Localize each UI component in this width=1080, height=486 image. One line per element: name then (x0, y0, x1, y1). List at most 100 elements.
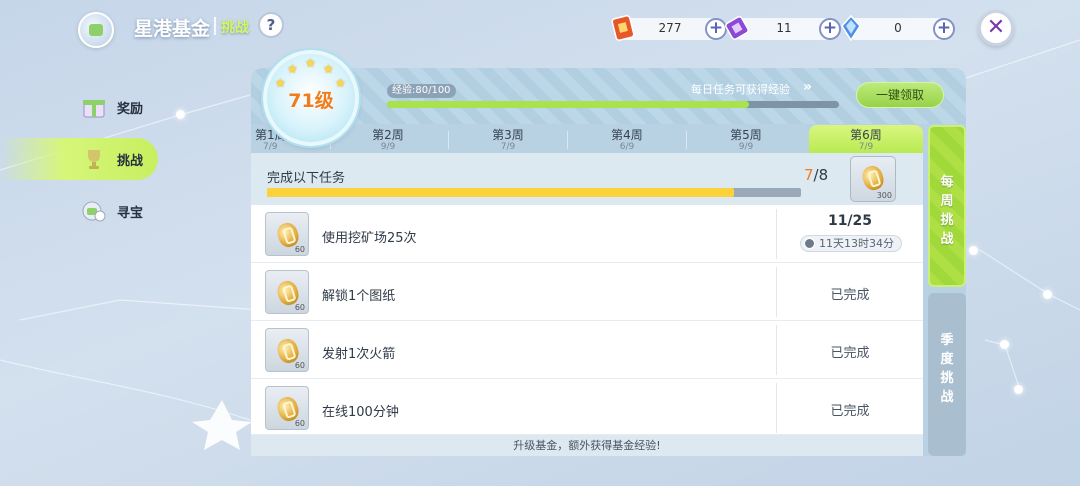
task-summary-progress-track (267, 188, 801, 197)
currency-value: 0 (894, 21, 902, 35)
gift-icon (83, 100, 105, 118)
sidebar-item-challenge[interactable]: 挑战 (0, 138, 158, 180)
star-icon: ★ (305, 56, 316, 70)
fund-coin-icon (859, 163, 887, 193)
reward-amount: 300 (876, 191, 892, 200)
tab-season-challenge[interactable]: 季度挑战 (928, 293, 966, 456)
task-reward-item[interactable]: 60 (265, 328, 309, 372)
tab-week-6[interactable]: 第6周 7/9 (809, 125, 923, 153)
upgrade-hint-footer: 升级基金，额外获得基金经验! (251, 435, 923, 456)
task-reward-item[interactable]: 60 (265, 212, 309, 256)
tab-week-4[interactable]: 第4周 6/9 (570, 125, 684, 153)
tab-label: 第6周 (850, 128, 882, 142)
currency-blue-crystal: 0 + (841, 14, 955, 42)
task-label: 使用挖矿场25次 (322, 231, 417, 246)
experience-hint: 每日任务可获得经验 (691, 83, 790, 96)
task-summary-progress-fill (267, 188, 735, 197)
experience-label: 经验:80/100 (387, 84, 456, 98)
level-badge: ★ ★ ★ ★ ★ 71级 (263, 50, 359, 146)
treasure-icon (82, 201, 106, 222)
task-timer-text: 11天13时34分 (819, 237, 894, 250)
tab-divider (448, 131, 449, 149)
experience-progress-track (387, 101, 839, 108)
tab-label: 每周挑战 (940, 175, 954, 247)
tab-label: 第3周 (492, 128, 524, 142)
task-progress: 11/25 (827, 213, 873, 229)
reward-amount: 60 (294, 245, 305, 254)
task-row: 60 在线100分钟 已完成 (251, 379, 923, 435)
trophy-icon (88, 150, 100, 169)
double-chevron-right-icon: » (803, 79, 813, 95)
task-row: 60 解锁1个图纸 已完成 (251, 263, 923, 321)
tab-progress: 9/9 (380, 142, 396, 152)
blue-crystal-icon (841, 14, 861, 42)
tab-progress: 9/9 (738, 142, 754, 152)
help-button[interactable]: ? (258, 12, 284, 38)
tab-progress: 7/9 (500, 142, 516, 152)
currency-value: 11 (776, 21, 792, 35)
currency-value: 277 (658, 21, 682, 35)
sidebar-item-label: 奖励 (117, 102, 144, 117)
background-star (1014, 385, 1023, 394)
weekly-reward-chest[interactable]: 300 (850, 156, 896, 202)
tab-label: 季度挑战 (940, 333, 954, 405)
background-star (176, 110, 185, 119)
star-icon: ★ (323, 62, 334, 76)
reward-amount: 60 (294, 361, 305, 370)
weekly-task-summary: 完成以下任务 7/8 300 (251, 153, 923, 205)
tab-week-5[interactable]: 第5周 9/9 (689, 125, 803, 153)
tab-progress: 7/9 (858, 142, 874, 152)
claim-all-button[interactable]: 一键领取 (856, 82, 944, 108)
task-status: 已完成 (830, 288, 870, 303)
task-reward-item[interactable]: 60 (265, 386, 309, 430)
reward-amount: 60 (294, 419, 305, 428)
currency-purple-ticket: 11 + (725, 16, 841, 40)
task-status: 已完成 (830, 346, 870, 361)
add-purple-ticket-button[interactable]: + (819, 18, 841, 40)
tab-weekly-challenge[interactable]: 每周挑战 (928, 125, 966, 287)
task-reward-item[interactable]: 60 (265, 270, 309, 314)
task-row: 60 使用挖矿场25次 11/25 11天13时34分 (251, 205, 923, 263)
experience-progress-fill (387, 101, 749, 108)
tab-week-3[interactable]: 第3周 7/9 (451, 125, 565, 153)
level-value: 71级 (288, 90, 334, 112)
fund-logo-icon (78, 12, 114, 48)
reward-amount: 60 (294, 303, 305, 312)
task-status: 已完成 (830, 404, 870, 419)
sidebar-item-rewards[interactable]: 奖励 (0, 86, 158, 128)
task-label: 解锁1个图纸 (322, 289, 396, 304)
title-divider (214, 17, 216, 35)
background-star (969, 246, 978, 255)
task-summary-label: 完成以下任务 (267, 171, 346, 186)
red-ticket-icon (611, 15, 635, 41)
task-summary-count: 7/8 (804, 166, 828, 184)
tab-label: 第5周 (730, 128, 762, 142)
currency-red-ticket: 277 + (611, 15, 727, 41)
star-icon: ★ (287, 62, 298, 76)
tab-week-2[interactable]: 第2周 9/9 (331, 125, 445, 153)
add-blue-crystal-button[interactable]: + (933, 18, 955, 40)
tab-progress: 6/9 (619, 142, 635, 152)
task-row: 60 发射1次火箭 已完成 (251, 321, 923, 379)
task-completed-count: 7 (804, 166, 814, 184)
tab-divider (567, 131, 568, 149)
tab-label: 第4周 (611, 128, 643, 142)
sidebar-item-label: 寻宝 (117, 206, 144, 221)
task-timer: 11天13时34分 (800, 235, 902, 252)
tab-divider (686, 131, 687, 149)
task-total-count: /8 (813, 166, 829, 184)
add-red-ticket-button[interactable]: + (705, 18, 727, 40)
sidebar-item-treasure[interactable]: 寻宝 (0, 190, 158, 232)
page-title: 星港基金 (134, 18, 211, 40)
sidebar-item-label: 挑战 (117, 154, 144, 169)
background-star (1000, 340, 1009, 349)
challenge-panel: 经验:80/100 每日任务可获得经验 » 一键领取 第1周 7/9 第2周 9… (251, 68, 966, 456)
task-label: 在线100分钟 (322, 405, 399, 420)
week-tabs: 第1周 7/9 第2周 9/9 第3周 7/9 第4周 6/9 第5周 9/9 … (251, 125, 923, 153)
task-list: 60 使用挖矿场25次 11/25 11天13时34分 60 解锁1个图纸 已完… (251, 205, 923, 435)
purple-ticket-icon (725, 16, 749, 40)
close-button[interactable]: ✕ (978, 10, 1014, 46)
page-subtitle-tag: 挑战 (221, 20, 249, 36)
task-label: 发射1次火箭 (322, 347, 396, 362)
clock-icon (804, 238, 815, 249)
